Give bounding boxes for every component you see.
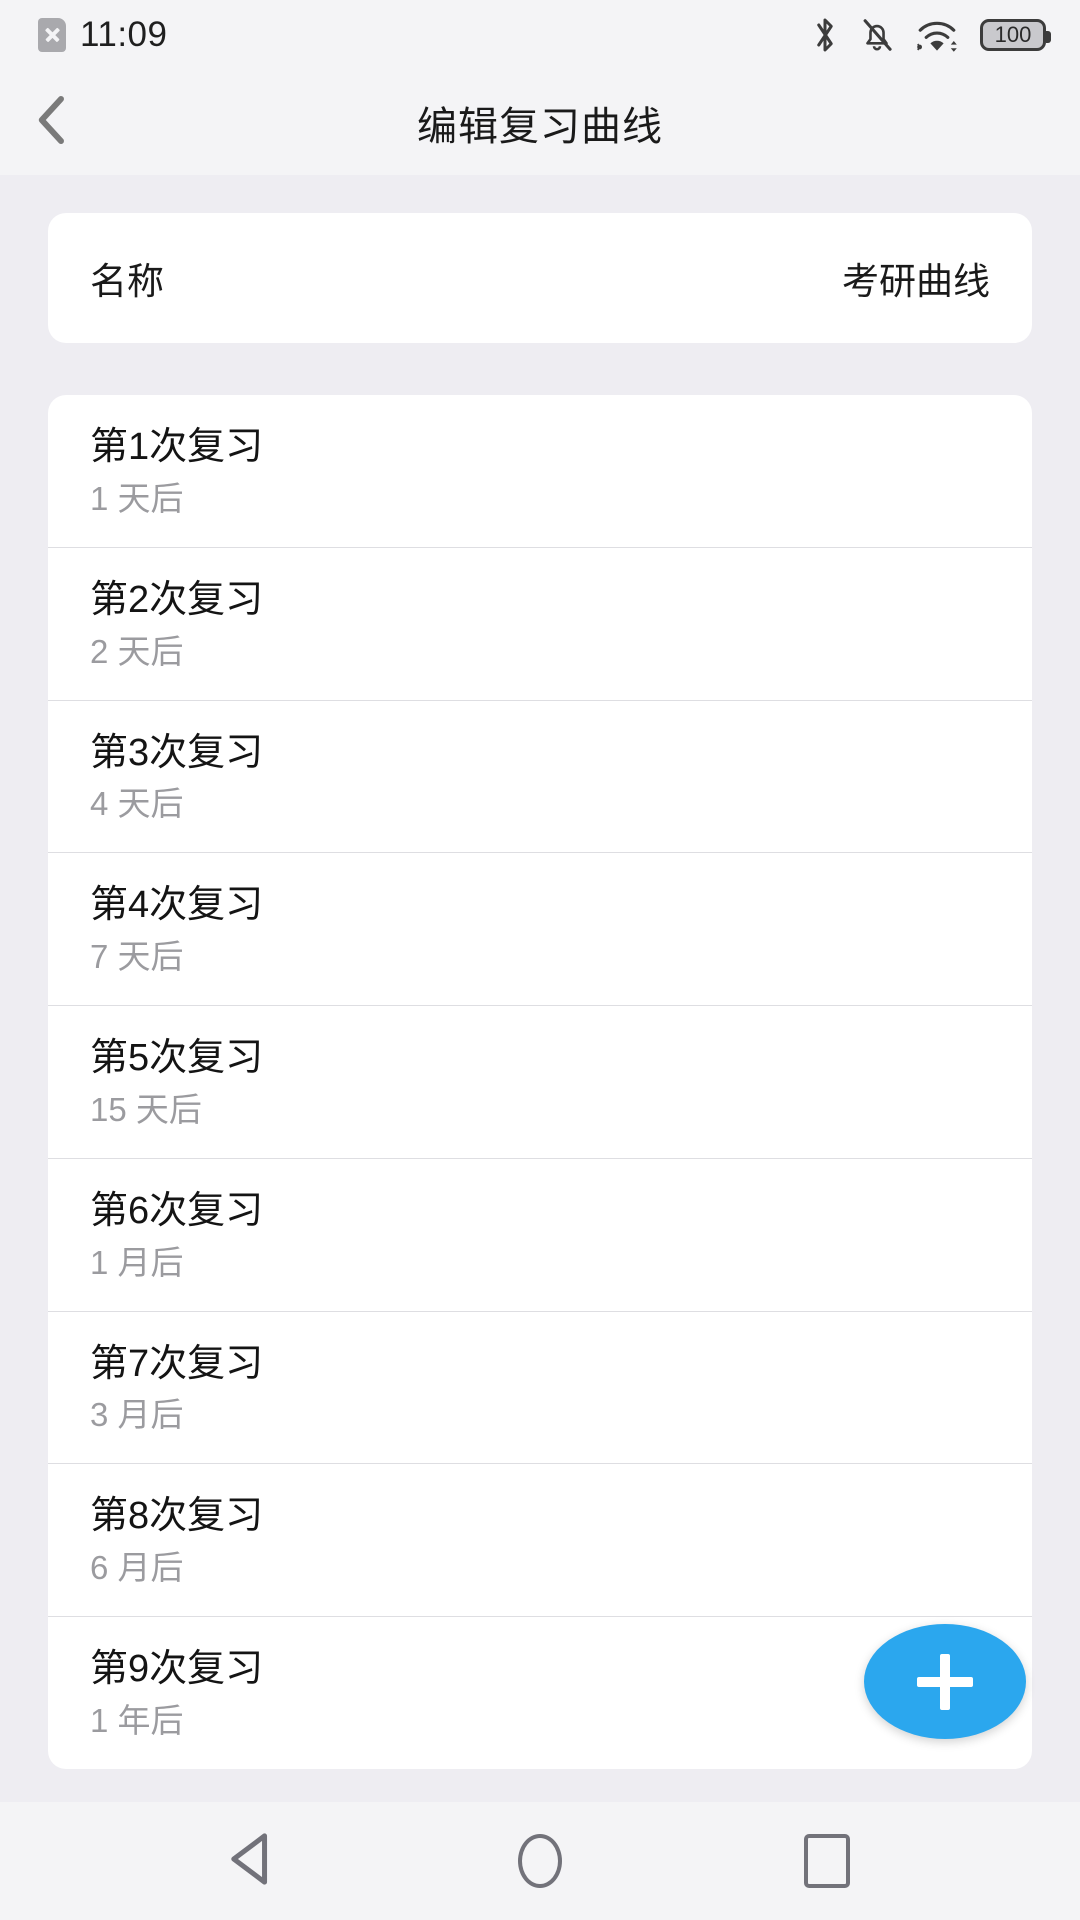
nav-back-button[interactable] bbox=[193, 1802, 313, 1920]
review-item-title: 第1次复习 bbox=[90, 426, 264, 468]
review-list: 第1次复习 1 天后第2次复习 2 天后第3次复习 4 天后第4次复习 7 天后第5次复… bbox=[48, 395, 1032, 1769]
review-item-subtitle: 7 天后 bbox=[90, 938, 184, 976]
review-item-subtitle: 1 天后 bbox=[90, 479, 184, 517]
status-bar: 11:09 100 bbox=[0, 0, 1080, 70]
review-item-subtitle: 6 月后 bbox=[90, 1549, 184, 1587]
app-bar: 编辑复习曲线 bbox=[0, 70, 1080, 175]
review-item-subtitle: 4 天后 bbox=[90, 785, 184, 823]
review-item-title: 第9次复习 bbox=[90, 1648, 264, 1691]
review-list-item[interactable]: 第6次复习 1 月后 bbox=[48, 1157, 1032, 1311]
battery-level-label: 100 bbox=[994, 22, 1032, 47]
nav-home-button[interactable] bbox=[480, 1802, 600, 1920]
review-item-subtitle: 2 天后 bbox=[90, 632, 184, 670]
chevron-left-icon bbox=[33, 92, 75, 153]
circle-home-icon bbox=[517, 1834, 562, 1888]
triangle-back-icon bbox=[228, 1830, 278, 1893]
add-review-fab[interactable] bbox=[864, 1624, 1026, 1739]
review-item-title: 第5次复习 bbox=[90, 1037, 264, 1080]
status-bar-left: 11:09 bbox=[38, 15, 168, 55]
name-label: 名称 bbox=[90, 261, 164, 302]
review-list-item[interactable]: 第4次复习 7 天后 bbox=[48, 852, 1032, 1005]
review-item-title: 第8次复习 bbox=[90, 1495, 264, 1538]
square-recents-icon bbox=[803, 1834, 850, 1888]
page-title: 编辑复习曲线 bbox=[417, 104, 663, 149]
status-bar-right: 100 bbox=[810, 15, 1051, 55]
status-time: 11:09 bbox=[80, 15, 168, 54]
review-item-title: 第2次复习 bbox=[90, 578, 264, 621]
android-nav-bar bbox=[0, 1802, 1080, 1920]
review-list-item[interactable]: 第5次复习 15 天后 bbox=[48, 1005, 1032, 1158]
content-area: 名称 考研曲线 第1次复习 1 天后第2次复习 2 天后第3次复习 4 天后第4次复习… bbox=[0, 213, 1080, 1769]
review-item-subtitle: 15 天后 bbox=[90, 1090, 202, 1128]
review-list-item[interactable]: 第3次复习 4 天后 bbox=[48, 699, 1032, 853]
review-list-item[interactable]: 第8次复习 6 月后 bbox=[48, 1463, 1032, 1616]
review-list-item[interactable]: 第2次复习 2 天后 bbox=[48, 546, 1032, 700]
back-button[interactable] bbox=[8, 77, 100, 169]
review-item-title: 第3次复习 bbox=[90, 731, 264, 774]
name-field-row[interactable]: 名称 考研曲线 bbox=[48, 213, 1032, 343]
review-list-item[interactable]: 第7次复习 3 月后 bbox=[48, 1310, 1032, 1464]
nav-recents-button[interactable] bbox=[767, 1802, 887, 1920]
battery-indicator: 100 bbox=[980, 19, 1051, 51]
review-item-title: 第7次复习 bbox=[90, 1342, 264, 1385]
plus-icon bbox=[917, 1653, 973, 1710]
review-item-title: 第6次复习 bbox=[90, 1189, 264, 1232]
sim-off-icon bbox=[38, 18, 66, 52]
review-list-item[interactable]: 第1次复习 1 天后 bbox=[48, 395, 1032, 547]
bell-muted-icon bbox=[860, 16, 894, 54]
wifi-icon bbox=[914, 17, 960, 53]
review-item-subtitle: 3 月后 bbox=[90, 1396, 184, 1434]
name-value[interactable]: 考研曲线 bbox=[842, 251, 990, 305]
bluetooth-icon bbox=[810, 15, 840, 55]
review-item-subtitle: 1 年后 bbox=[90, 1701, 184, 1739]
review-item-title: 第4次复习 bbox=[90, 884, 264, 927]
review-item-subtitle: 1 月后 bbox=[90, 1243, 184, 1281]
